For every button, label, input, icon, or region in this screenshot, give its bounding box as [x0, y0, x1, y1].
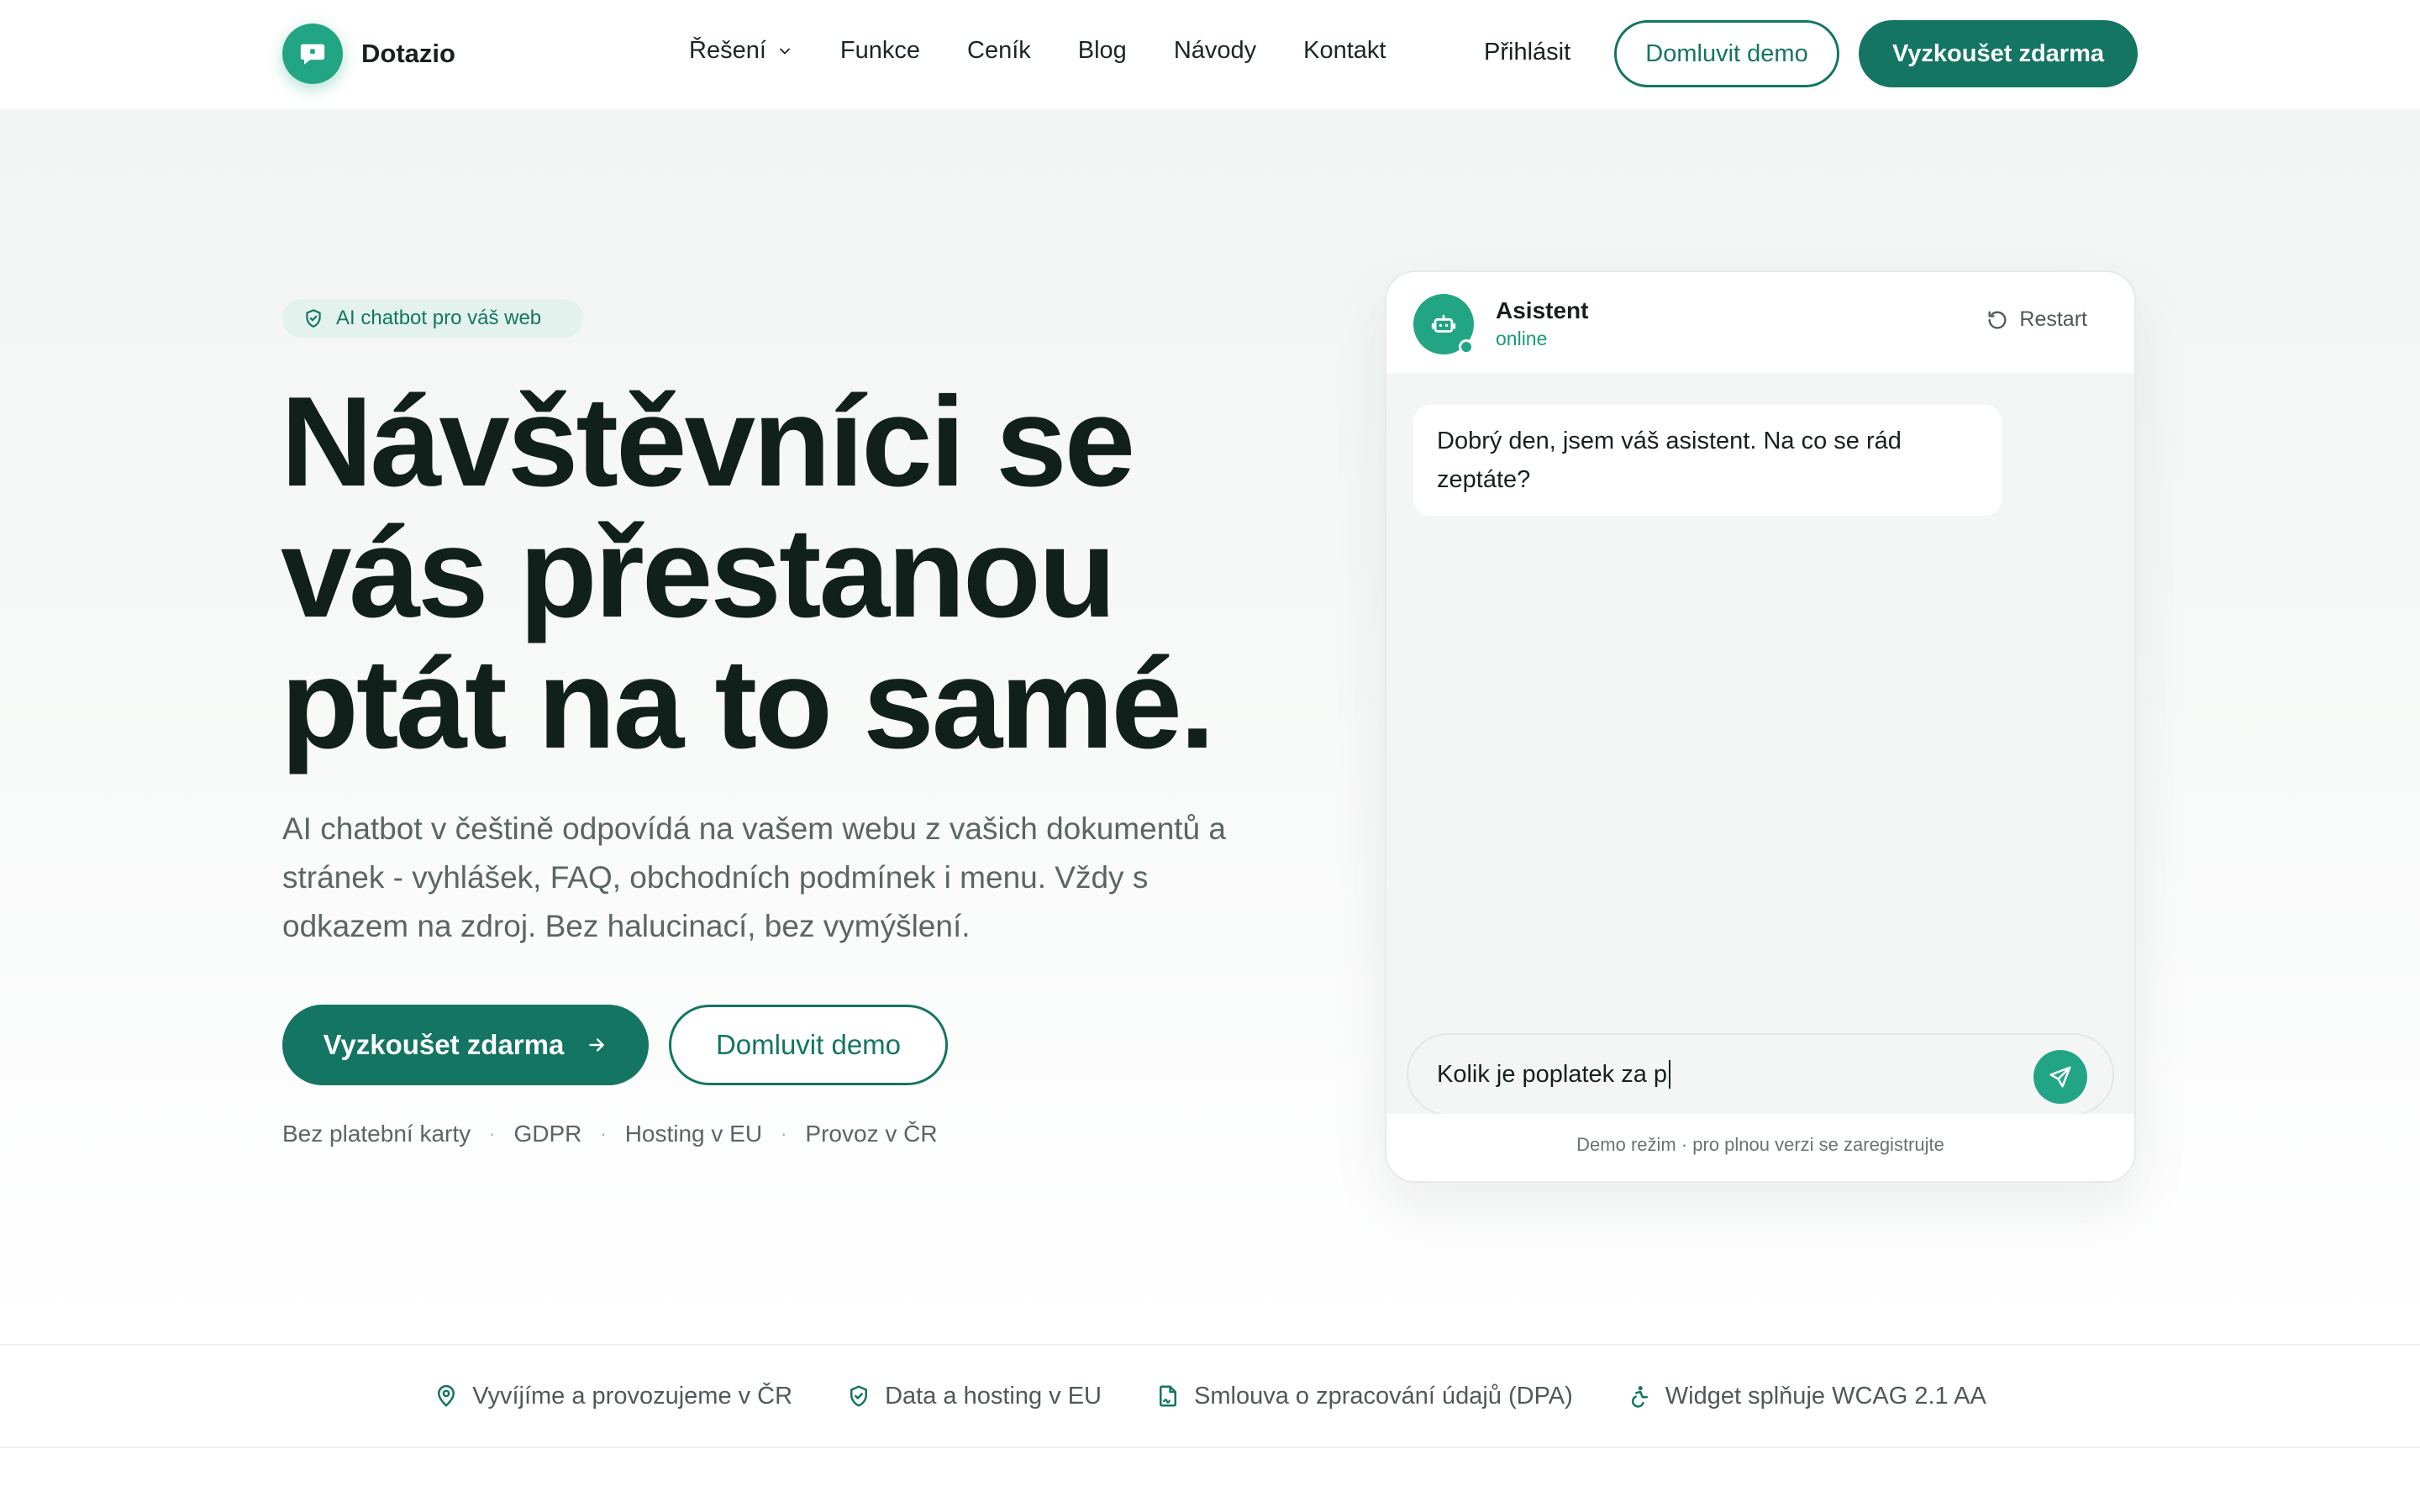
shield-check-icon	[306, 309, 321, 328]
online-indicator	[1459, 339, 1474, 354]
accessibility-icon	[1631, 1386, 1648, 1408]
map-pin-icon	[438, 1384, 455, 1407]
trust-label: Widget splňuje WCAG 2.1 AA	[1665, 1382, 1986, 1410]
main-nav: Řešení Funkce Ceník Blog Návody Kontakt	[689, 37, 1433, 65]
send-button[interactable]	[2033, 1050, 2087, 1104]
nav-item-reseni[interactable]: Řešení	[689, 37, 793, 65]
login-link[interactable]: Přihlásit	[1484, 39, 1570, 66]
trust-item: Widget splňuje WCAG 2.1 AA	[1627, 1383, 1986, 1410]
refresh-icon	[1988, 311, 2007, 329]
trust-bar: Vyvíjíme a provozujeme v ČR Data a hosti…	[0, 1344, 2420, 1448]
arrow-right-icon	[589, 1038, 605, 1052]
robot-icon	[1431, 314, 1456, 333]
trust-item: Smlouva o zpracování údajů (DPA)	[1155, 1383, 1573, 1410]
chat-header: Asistent online Restart	[1386, 272, 2134, 373]
hero-try-free-label: Vyzkoušet zdarma	[323, 1029, 565, 1060]
trust-item: Vyvíjíme a provozujeme v ČR	[434, 1383, 792, 1410]
hero-lead: AI chatbot v češtině odpovídá na vašem w…	[282, 811, 1226, 943]
hero-headline: Návštěvníci se vás přestanou ptát na to …	[281, 376, 1289, 769]
restart-label: Restart	[2019, 307, 2087, 331]
chat-input[interactable]: Kolik je poplatek za p	[1407, 1033, 2114, 1116]
feature-item: GDPR	[513, 1121, 582, 1147]
trust-label: Data a hosting v EU	[885, 1382, 1102, 1410]
nav-item-label: Řešení	[689, 37, 766, 64]
headline-line: vás přestanou	[281, 501, 1117, 644]
nav-item-cenik[interactable]: Ceník	[967, 37, 1031, 65]
headline-line: ptát na to samé.	[281, 633, 1215, 775]
feature-item: Bez platební karty	[282, 1121, 471, 1147]
hero-book-demo-button[interactable]: Domluvit demo	[669, 1005, 948, 1085]
try-free-button[interactable]: Vyzkoušet zdarma	[1859, 20, 2138, 87]
chat-widget: Asistent online Restart Dobrý den, jsem …	[1385, 270, 2136, 1183]
trust-label: Smlouva o zpracování údajů (DPA)	[1194, 1382, 1573, 1410]
feature-item: Provoz v ČR	[805, 1121, 938, 1147]
bot-status: online	[1496, 328, 1548, 349]
text-caret	[1669, 1060, 1671, 1089]
chat-input-value: Kolik je poplatek za p	[1437, 1060, 1668, 1088]
feature-item: Hosting v EU	[624, 1121, 763, 1147]
nav-item-kontakt[interactable]: Kontakt	[1303, 37, 1386, 65]
nav-item-navody[interactable]: Návody	[1174, 37, 1256, 65]
hero-features: Bez platební karty · GDPR · Hosting v EU…	[282, 1121, 938, 1147]
site-header: Dotazio Řešení Funkce Ceník Blog Návody …	[0, 0, 2420, 109]
hero-badge: AI chatbot pro váš web	[282, 299, 583, 338]
hero-badge-label: AI chatbot pro váš web	[336, 307, 542, 329]
brand-logo[interactable]: Dotazio	[282, 24, 455, 84]
demo-note: Demo režim · pro plnou verzi se zaregist…	[1576, 1134, 1944, 1155]
nav-item-blog[interactable]: Blog	[1078, 37, 1127, 65]
feature-separator: ·	[781, 1123, 787, 1144]
trust-label: Vyvíjíme a provozujeme v ČR	[472, 1382, 793, 1410]
feature-separator: ·	[600, 1123, 607, 1144]
bot-message: Dobrý den, jsem váš asistent. Na co se r…	[1413, 405, 2002, 516]
bot-name: Asistent	[1496, 297, 1589, 323]
chevron-down-icon	[779, 48, 790, 54]
headline-line: Návštěvníci se	[281, 370, 1135, 513]
hero-try-free-button[interactable]: Vyzkoušet zdarma	[282, 1005, 649, 1085]
send-icon	[2049, 1066, 2071, 1088]
book-demo-button[interactable]: Domluvit demo	[1614, 20, 1839, 87]
shield-icon	[850, 1385, 868, 1407]
restart-button[interactable]: Restart	[1986, 307, 2087, 332]
brand-name: Dotazio	[361, 39, 455, 68]
trust-item: Data a hosting v EU	[846, 1383, 1102, 1410]
chat-bubble-logo-icon	[282, 24, 343, 84]
nav-item-funkce[interactable]: Funkce	[840, 37, 920, 65]
feature-separator: ·	[489, 1123, 496, 1144]
chat-messages: Dobrý den, jsem váš asistent. Na co se r…	[1386, 373, 2134, 1114]
document-signature-icon	[1160, 1385, 1176, 1407]
